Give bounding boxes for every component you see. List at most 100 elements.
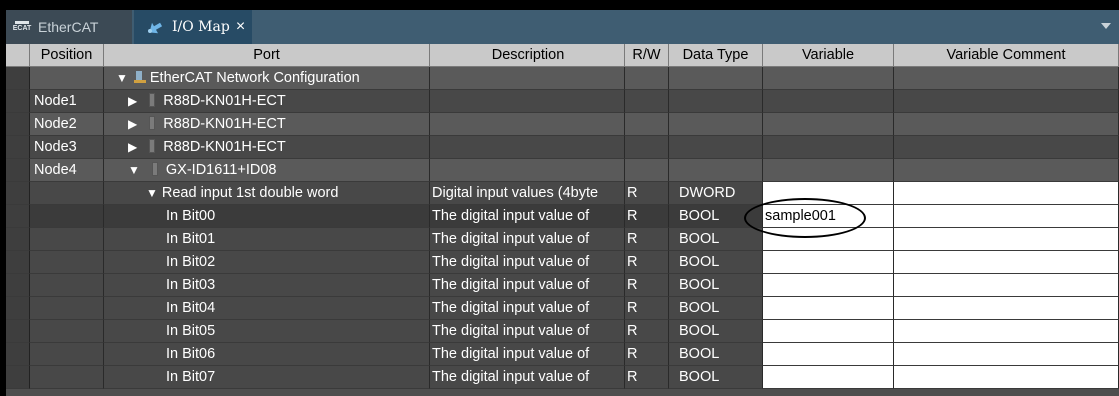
port-cell: ▼ EtherCAT Network Configuration [104,67,430,90]
description-cell: The digital input value of [430,228,625,251]
row-selector[interactable] [6,366,30,389]
table-row[interactable]: ▼ EtherCAT Network Configuration [6,67,1119,90]
port-label: Read input 1st double word [161,185,339,201]
position-cell [30,205,104,228]
row-selector[interactable] [6,113,30,136]
column-header-data-type[interactable]: Data Type [669,44,763,67]
table-row[interactable]: In Bit01 The digital input value of R BO… [6,228,1119,251]
io-map-icon [148,22,163,34]
row-selector[interactable] [6,205,30,228]
column-header-variable-comment[interactable]: Variable Comment [894,44,1119,67]
variable-cell[interactable] [763,274,894,297]
description-cell: The digital input value of [430,251,625,274]
table-row[interactable]: Node1 ▶ R88D-KN01H-ECT [6,90,1119,113]
row-selector[interactable] [6,67,30,90]
table-row[interactable]: In Bit05 The digital input value of R BO… [6,320,1119,343]
column-header-position[interactable]: Position [30,44,104,67]
expand-right-icon[interactable]: ▶ [128,90,137,112]
variable-cell[interactable] [763,136,894,159]
ethercat-logo-icon: ECAT [12,17,32,37]
variable-cell[interactable] [763,159,894,182]
column-header-rw[interactable]: R/W [625,44,669,67]
variable-comment-cell[interactable] [894,113,1119,136]
table-row[interactable]: In Bit02 The digital input value of R BO… [6,251,1119,274]
table-row[interactable]: Node4 ▼ GX-ID1611+ID08 [6,159,1119,182]
table-row[interactable]: In Bit04 The digital input value of R BO… [6,297,1119,320]
rw-cell: R [625,320,669,343]
variable-comment-cell[interactable] [894,251,1119,274]
description-cell: The digital input value of [430,366,625,389]
expand-down-icon[interactable]: ▼ [128,159,140,181]
row-selector[interactable] [6,251,30,274]
rw-cell: R [625,205,669,228]
row-selector[interactable] [6,228,30,251]
variable-cell[interactable] [763,297,894,320]
port-cell: ▼ GX-ID1611+ID08 [104,159,430,182]
variable-comment-cell[interactable] [894,159,1119,182]
variable-comment-cell[interactable] [894,343,1119,366]
variable-comment-cell[interactable] [894,366,1119,389]
expand-down-icon[interactable]: ▼ [116,67,128,89]
variable-cell[interactable] [763,228,894,251]
table-row[interactable]: Node2 ▶ R88D-KN01H-ECT [6,113,1119,136]
port-cell: In Bit03 [104,274,430,297]
rw-cell: R [625,366,669,389]
table-row[interactable]: In Bit00 The digital input value of R BO… [6,205,1119,228]
row-selector[interactable] [6,297,30,320]
variable-comment-cell[interactable] [894,297,1119,320]
variable-comment-cell[interactable] [894,205,1119,228]
table-row[interactable]: Node3 ▶ R88D-KN01H-ECT [6,136,1119,159]
port-cell: In Bit01 [104,228,430,251]
variable-cell[interactable] [763,182,894,205]
rw-cell [625,67,669,90]
variable-comment-cell[interactable] [894,182,1119,205]
table-row[interactable]: In Bit07 The digital input value of R BO… [6,366,1119,389]
row-selector[interactable] [6,343,30,366]
column-header-description[interactable]: Description [430,44,625,67]
row-selector[interactable] [6,159,30,182]
variable-comment-cell[interactable] [894,67,1119,90]
variable-cell[interactable] [763,113,894,136]
variable-comment-cell[interactable] [894,320,1119,343]
expand-right-icon[interactable]: ▶ [128,113,137,135]
data-type-cell [669,113,763,136]
data-type-cell [669,159,763,182]
port-cell: In Bit02 [104,251,430,274]
variable-comment-cell[interactable] [894,274,1119,297]
variable-comment-cell[interactable] [894,90,1119,113]
rw-cell [625,90,669,113]
data-type-cell: BOOL [669,366,763,389]
variable-cell[interactable] [763,90,894,113]
variable-cell[interactable] [763,366,894,389]
data-type-cell: BOOL [669,343,763,366]
variable-comment-cell[interactable] [894,136,1119,159]
row-selector[interactable] [6,182,30,205]
column-header-variable[interactable]: Variable [763,44,894,67]
variable-comment-cell[interactable] [894,228,1119,251]
chevron-down-icon[interactable] [1101,23,1111,29]
variable-cell[interactable] [763,320,894,343]
rw-cell: R [625,343,669,366]
variable-cell[interactable] [763,67,894,90]
close-icon[interactable]: × [236,18,245,36]
expand-down-icon[interactable]: ▼ [146,182,158,204]
row-selector[interactable] [6,274,30,297]
rw-cell: R [625,251,669,274]
row-selector[interactable] [6,320,30,343]
expand-right-icon[interactable]: ▶ [128,136,137,158]
tab-ethercat[interactable]: ECAT EtherCAT [6,10,132,44]
row-selector[interactable] [6,136,30,159]
row-selector[interactable] [6,90,30,113]
tab-io-map[interactable]: I/O Map × [134,10,252,44]
port-cell: In Bit06 [104,343,430,366]
table-row[interactable]: ▼ Read input 1st double word Digital inpu… [6,182,1119,205]
variable-cell[interactable]: sample001 [763,205,894,228]
table-row[interactable]: In Bit06 The digital input value of R BO… [6,343,1119,366]
port-cell: ▶ R88D-KN01H-ECT [104,113,430,136]
table-row[interactable]: In Bit03 The digital input value of R BO… [6,274,1119,297]
description-cell [430,90,625,113]
column-header-port[interactable]: Port [104,44,430,67]
rw-cell: R [625,182,669,205]
variable-cell[interactable] [763,251,894,274]
variable-cell[interactable] [763,343,894,366]
